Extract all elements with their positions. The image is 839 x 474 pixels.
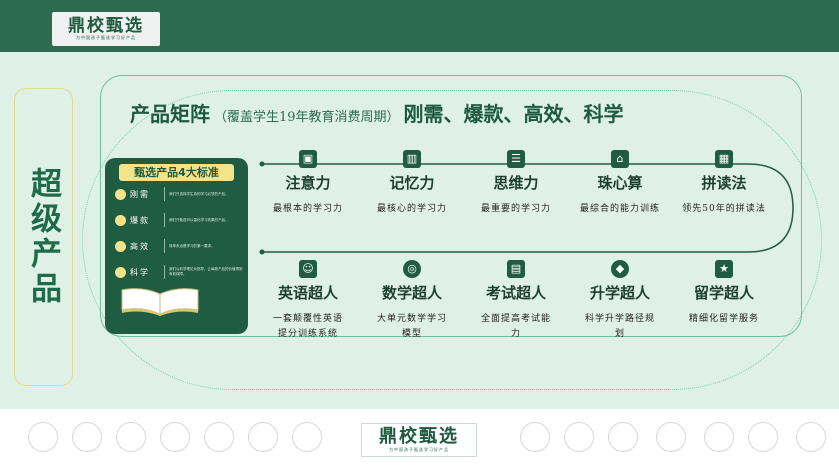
gear-icon	[115, 214, 126, 226]
product-title: 数学超人	[381, 284, 442, 302]
divider	[164, 213, 165, 227]
product-item-thinking[interactable]: ☰ 思维力 最重要的学习力	[466, 150, 566, 217]
brand-logo[interactable]: 鼎校甄选 为中国孩子甄选学习好产品	[52, 12, 160, 46]
product-desc: 最根本的学习力	[272, 204, 343, 214]
product-item-math[interactable]: ◎ 数学超人 大单元数学学习 模型	[362, 260, 462, 342]
product-item-abacus[interactable]: ⌂ 珠心算 最综合的能力训练	[570, 150, 670, 217]
chart-board-icon: ▣	[299, 150, 317, 168]
product-item-english[interactable]: ☺ 英语超人 一套颠覆性英语 提分训练系统	[258, 260, 358, 342]
header-main: 产品矩阵	[130, 102, 210, 126]
standard-label: 科学	[130, 267, 150, 277]
product-title: 思维力	[493, 174, 539, 192]
product-item-admission[interactable]: ◆ 升学超人 科学升学路径规 划	[570, 260, 670, 342]
open-book-icon	[121, 288, 199, 316]
standard-row: 高效 效率永远是学习的第一要求。	[115, 235, 245, 257]
standard-row: 爆款 我们只甄选可以量化学习效果的产品。	[115, 209, 245, 231]
gear-search-icon	[248, 422, 278, 452]
brand-name: 鼎校甄选	[379, 426, 459, 447]
product-desc: 最核心的学习力	[376, 204, 447, 214]
standard-row: 刚需 我们只选择学生真的学习必须的产品。	[115, 183, 245, 205]
product-title: 注意力	[285, 174, 331, 192]
divider	[164, 265, 165, 279]
head-icon	[704, 422, 734, 452]
top-bar: 鼎校甄选 为中国孩子甄选学习好产品	[0, 0, 839, 52]
standard-desc: 我们只甄选可以量化学习效果的产品。	[169, 217, 229, 222]
brand-slogan: 为中国孩子甄选学习好产品	[76, 35, 136, 40]
side-title: 超级产品	[25, 167, 61, 307]
product-desc: 全面提高考试能 力	[480, 314, 551, 339]
contact-card-icon: ☺	[299, 260, 317, 278]
product-desc: 最重要的学习力	[480, 204, 551, 214]
store-icon: ⌂	[611, 150, 629, 168]
product-desc: 科学升学路径规 划	[584, 314, 655, 339]
gear-icon	[115, 188, 126, 200]
footer-logo[interactable]: 鼎校甄选 为中国孩子甄选学习好产品	[361, 423, 477, 457]
standard-label: 爆款	[130, 215, 150, 225]
section-header: 产品矩阵 （覆盖学生19年教育消费周期） 刚需、爆款、高效、科学	[130, 98, 624, 126]
product-item-phonics[interactable]: ▦ 拼读法 领先50年的拼读法	[674, 150, 774, 217]
standard-label: 刚需	[130, 189, 150, 199]
ruler-icon	[564, 422, 594, 452]
standards-title: 甄选产品4大标准	[119, 164, 234, 181]
product-title: 英语超人	[277, 284, 338, 302]
standard-desc: 我们以科学理论为指导，让每款产品的价值得到有效保障。	[169, 267, 243, 276]
product-item-attention[interactable]: ▣ 注意力 最根本的学习力	[258, 150, 358, 217]
tag-icon: ◆	[611, 260, 629, 278]
side-title-box: 超级产品	[14, 88, 73, 386]
product-title: 考试超人	[485, 284, 546, 302]
star-badge-icon: ★	[715, 260, 733, 278]
divider	[164, 187, 165, 201]
building-icon: ▥	[403, 150, 421, 168]
head-icon	[292, 422, 322, 452]
product-title: 记忆力	[389, 174, 435, 192]
product-desc: 精细化留学服务	[688, 314, 759, 324]
standard-row: 科学 我们以科学理论为指导，让每款产品的价值得到有效保障。	[115, 261, 245, 283]
list-window-icon: ☰	[507, 150, 525, 168]
standard-desc: 我们只选择学生真的学习必须的产品。	[169, 191, 229, 196]
standard-label: 高效	[130, 241, 150, 251]
brand-slogan: 为中国孩子甄选学习好产品	[389, 447, 449, 452]
briefcase-icon: ▤	[507, 260, 525, 278]
ruler-icon	[160, 422, 190, 452]
target-icon: ◎	[403, 260, 421, 278]
divider	[164, 239, 165, 253]
grid-icon: ▦	[715, 150, 733, 168]
product-item-exam[interactable]: ▤ 考试超人 全面提高考试能 力	[466, 260, 566, 342]
globe-icon	[748, 422, 778, 452]
header-tail: 刚需、爆款、高效、科学	[403, 102, 624, 126]
product-title: 珠心算	[597, 174, 643, 192]
product-desc: 领先50年的拼读法	[682, 204, 766, 214]
magnifier-icon	[116, 422, 146, 452]
header-sub: （覆盖学生19年教育消费周期）	[214, 110, 400, 125]
magnifier-icon	[520, 422, 550, 452]
gear-icon	[115, 240, 126, 252]
product-title: 升学超人	[589, 284, 650, 302]
standard-desc: 效率永远是学习的第一要求。	[169, 243, 215, 248]
product-desc: 大单元数学学习 模型	[376, 314, 447, 339]
product-item-study-abroad[interactable]: ★ 留学超人 精细化留学服务	[674, 260, 774, 327]
product-title: 拼读法	[701, 174, 747, 192]
product-desc: 最综合的能力训练	[579, 204, 660, 214]
gear-search-icon	[656, 422, 686, 452]
bulb-icon	[72, 422, 102, 452]
product-title: 留学超人	[693, 284, 754, 302]
medal-icon	[796, 422, 826, 452]
product-item-memory[interactable]: ▥ 记忆力 最核心的学习力	[362, 150, 462, 217]
product-desc: 一套颠覆性英语 提分训练系统	[272, 314, 343, 339]
bulb-icon	[115, 266, 126, 278]
book-icon	[608, 422, 638, 452]
brand-name: 鼎校甄选	[68, 16, 144, 36]
book-icon	[204, 422, 234, 452]
medal-icon	[28, 422, 58, 452]
